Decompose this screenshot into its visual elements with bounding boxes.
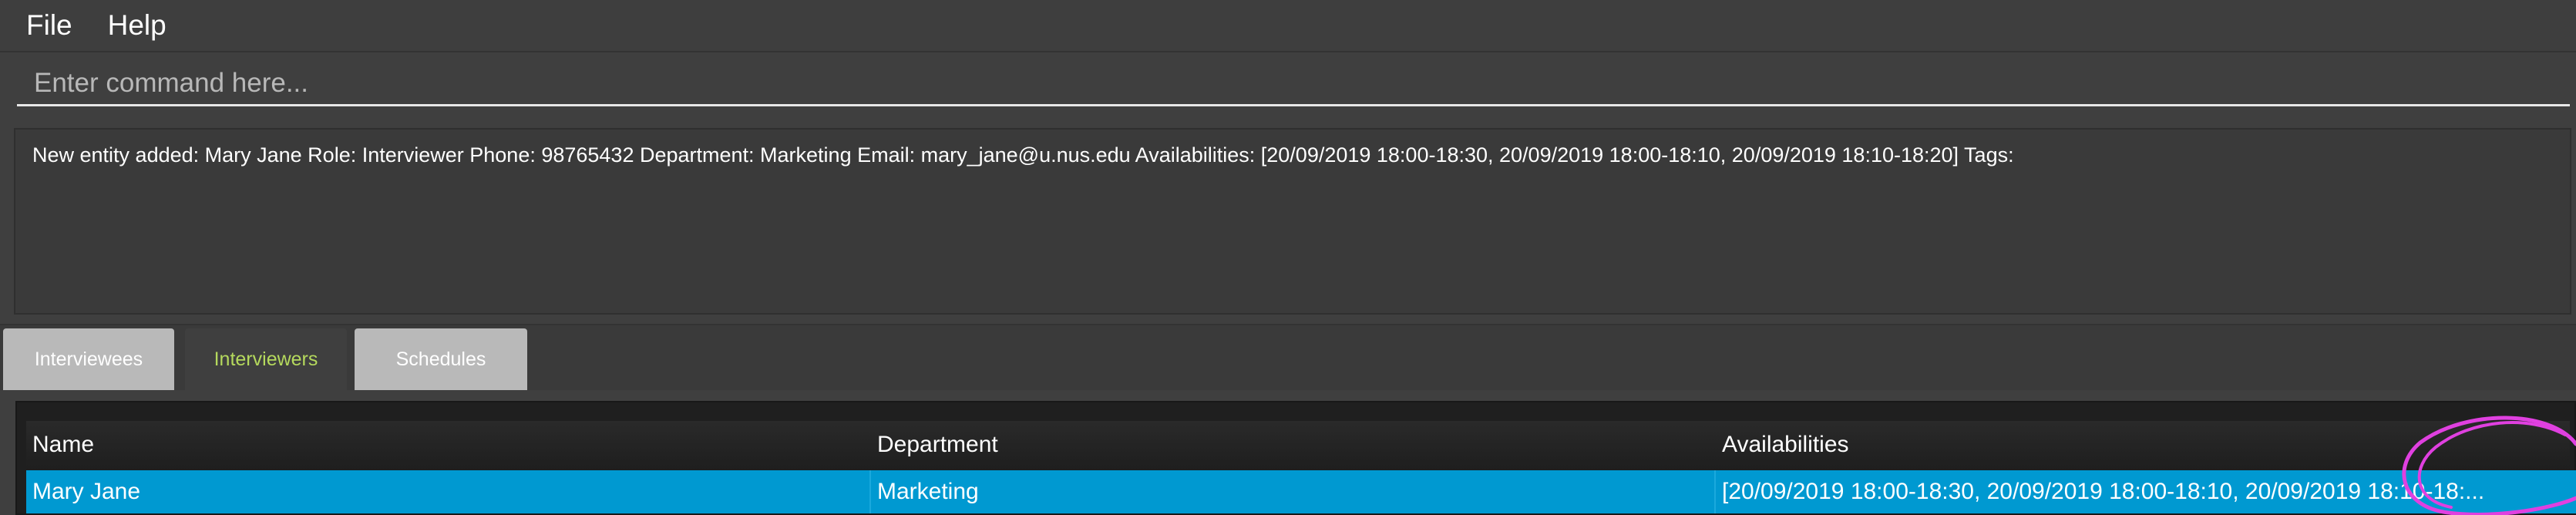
- result-message: New entity added: Mary Jane Role: Interv…: [32, 143, 2014, 167]
- menu-help[interactable]: Help: [96, 0, 179, 51]
- tab-schedules[interactable]: Schedules: [355, 328, 527, 390]
- column-header-name[interactable]: Name: [26, 421, 869, 478]
- cell-name: Mary Jane: [26, 470, 871, 513]
- column-header-department[interactable]: Department: [871, 421, 1716, 478]
- app-window: File Help New entity added: Mary Jane Ro…: [0, 0, 2576, 515]
- tab-bar: Interviewees Interviewers Schedules: [0, 324, 2576, 390]
- result-display: New entity added: Mary Jane Role: Interv…: [14, 128, 2571, 315]
- command-box: [0, 52, 2576, 119]
- command-input[interactable]: [17, 62, 2570, 106]
- menu-file[interactable]: File: [14, 0, 85, 51]
- tab-interviewees[interactable]: Interviewees: [3, 328, 174, 390]
- cell-department: Marketing: [871, 470, 1716, 513]
- column-header-availabilities[interactable]: Availabilities: [1716, 421, 2551, 478]
- cell-availabilities: [20/09/2019 18:00-18:30, 20/09/2019 18:0…: [1722, 479, 2485, 504]
- interviewers-table: Name Department Availabilities Mary Jane…: [15, 401, 2576, 515]
- table-row[interactable]: Mary Jane Marketing [20/09/2019 18:00-18…: [26, 470, 2576, 513]
- menu-bar: File Help: [0, 0, 2576, 52]
- tab-interviewers[interactable]: Interviewers: [185, 328, 347, 390]
